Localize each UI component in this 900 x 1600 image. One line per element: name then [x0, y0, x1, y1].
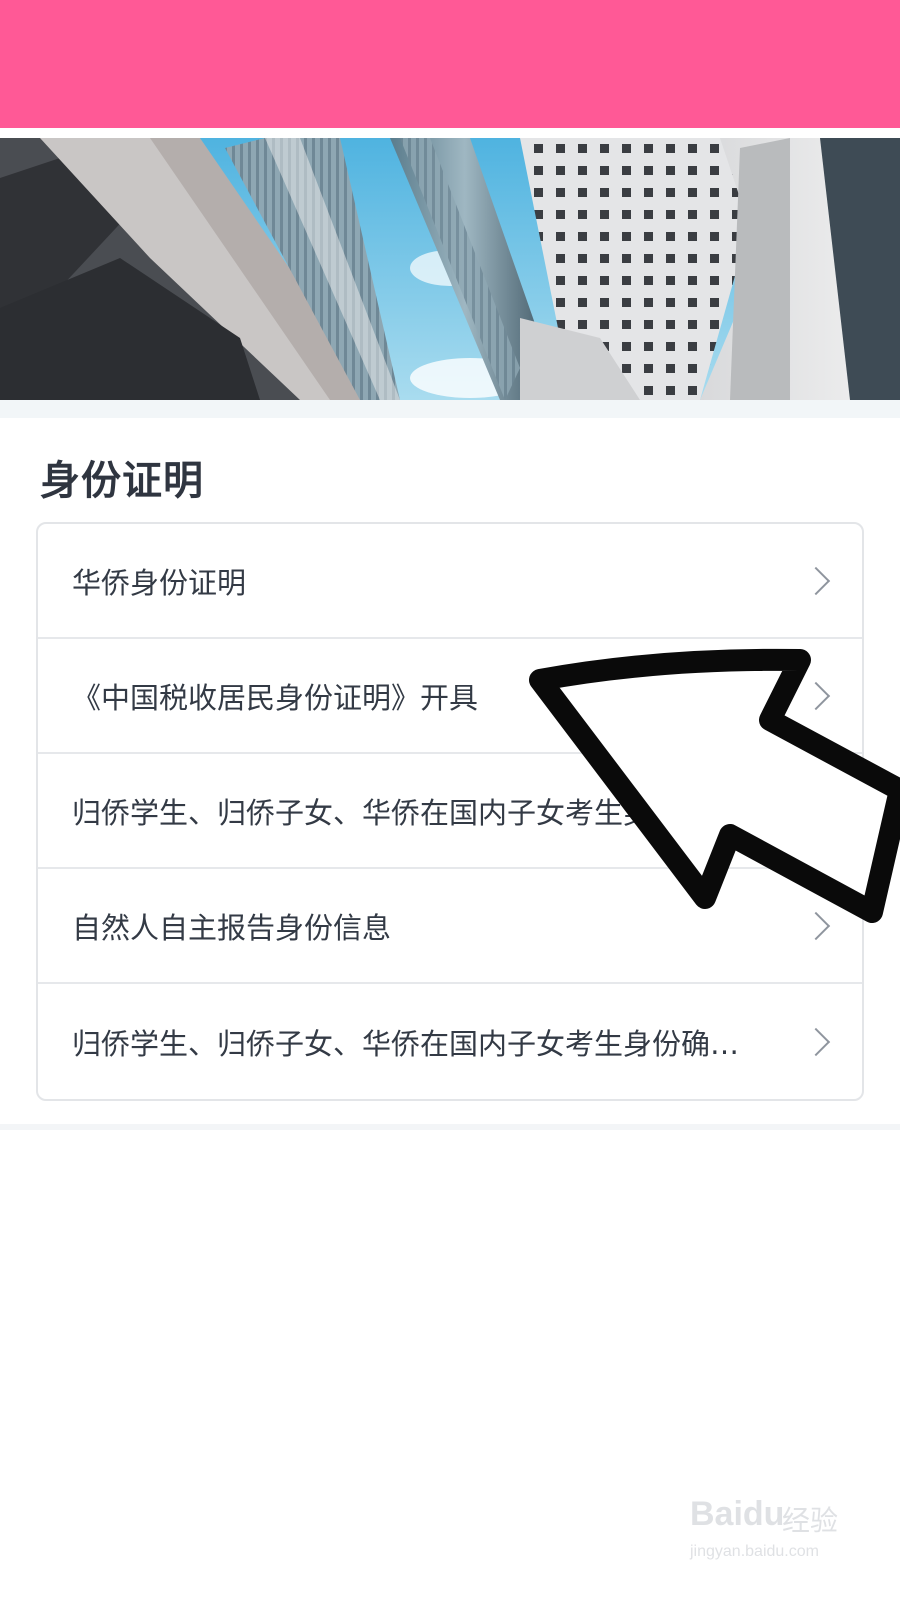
list-item-self-report-identity[interactable]: 自然人自主报告身份信息 — [38, 869, 862, 984]
header-gap — [0, 128, 900, 138]
chevron-right-icon — [801, 566, 831, 595]
list-item-overseas-chinese-id[interactable]: 华侨身份证明 — [38, 524, 862, 639]
list-item-label: 归侨学生、归侨子女、华侨在国内子女考生身份确… — [72, 1026, 740, 1061]
banner-divider — [0, 400, 900, 418]
list-item-tax-resident-certificate[interactable]: 《中国税收居民身份证明》开具 — [38, 639, 862, 754]
list-item-student-identity-confirmation-2[interactable]: 归侨学生、归侨子女、华侨在国内子女考生身份确… — [38, 984, 862, 1099]
chevron-right-icon — [801, 796, 831, 825]
list-item-label: 归侨学生、归侨子女、华侨在国内子女考生身份确… — [72, 795, 740, 830]
chevron-right-icon — [801, 911, 831, 940]
banner-image — [0, 138, 900, 400]
chevron-right-icon — [801, 1027, 831, 1056]
watermark-cn: 经验 — [782, 1504, 839, 1537]
list-item-student-identity-confirmation[interactable]: 归侨学生、归侨子女、华侨在国内子女考生身份确… — [38, 754, 862, 869]
city-buildings-illustration — [0, 138, 900, 400]
list-item-label: 《中国税收居民身份证明》开具 — [72, 680, 479, 715]
list-item-label: 自然人自主报告身份信息 — [72, 910, 392, 945]
identity-list: 华侨身份证明 《中国税收居民身份证明》开具 归侨学生、归侨子女、华侨在国内子女考… — [36, 522, 864, 1101]
watermark-brand: Baidu — [690, 1495, 785, 1533]
list-item-label: 华侨身份证明 — [72, 565, 247, 600]
watermark-url: jingyan.baidu.com — [690, 1543, 819, 1560]
header-bar — [0, 0, 900, 128]
section-title: 身份证明 — [40, 458, 204, 504]
chevron-right-icon — [801, 681, 831, 710]
identity-section: 身份证明 华侨身份证明 《中国税收居民身份证明》开具 归侨学生、归侨子女、华侨在… — [0, 418, 900, 1124]
baidu-watermark: Baidu 经验 jingyan.baidu.com — [690, 1495, 850, 1575]
section-bottom-divider — [0, 1124, 900, 1130]
